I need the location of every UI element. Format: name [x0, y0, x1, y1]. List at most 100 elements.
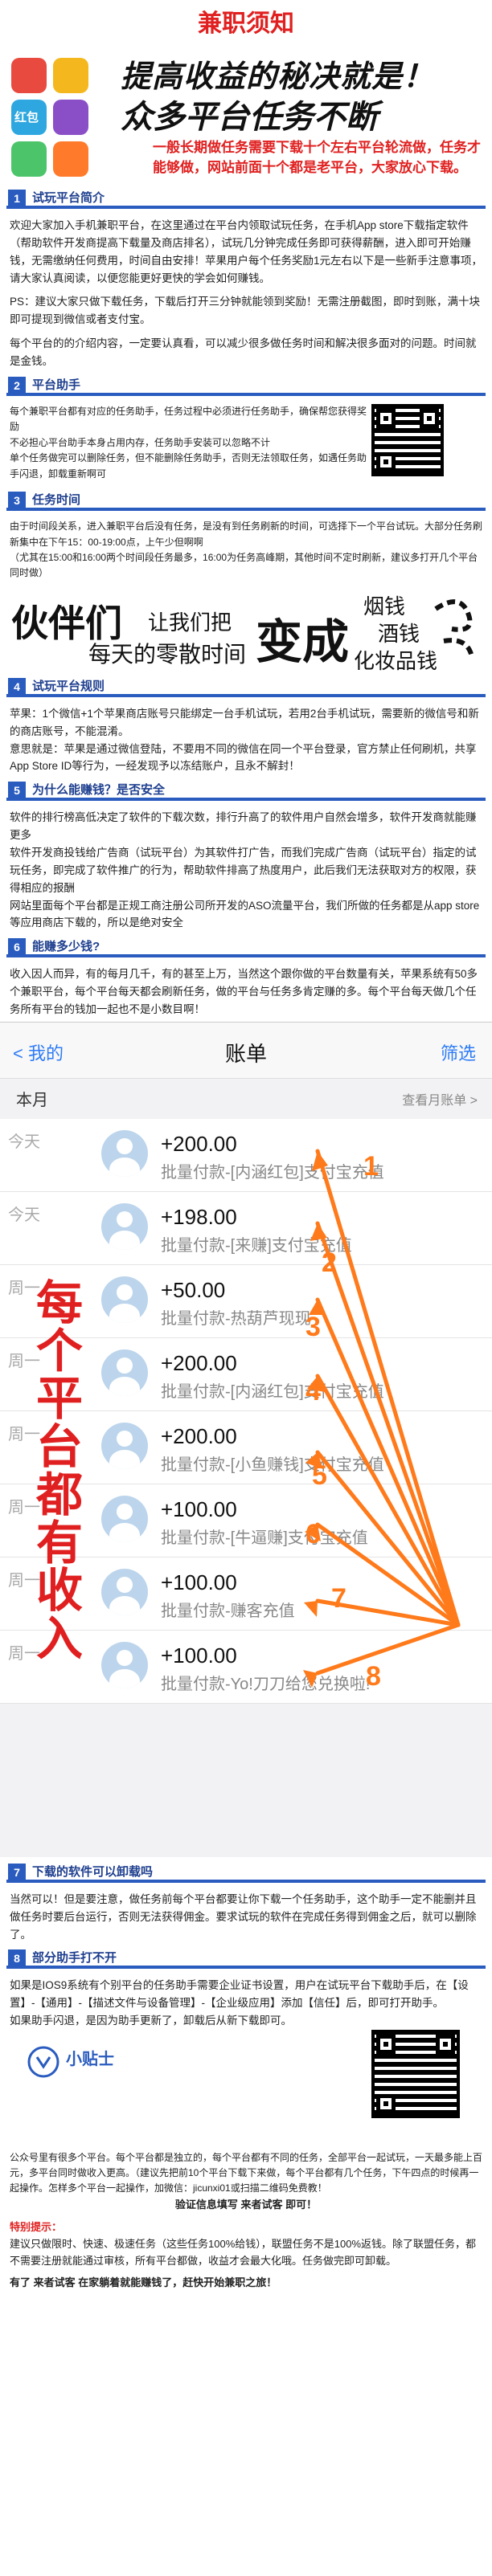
section-4: 4 试玩平台规则 苹果：1个微信+1个苹果商店账号只能绑定一台手机试玩，若用2台… — [0, 676, 492, 775]
section-title: 为什么能赚钱？是否安全 — [32, 783, 166, 798]
section-paragraph: 软件的排行榜高低决定了软件的下载次数，排行升高了的软件用户自然会增多，软件开发商… — [10, 811, 477, 842]
section-number: 5 — [8, 782, 26, 800]
section-7: 7 下载的软件可以卸载吗 当然可以！但是要注意，做任务前每个平台都要让你下载一个… — [0, 1862, 492, 1944]
filter-button[interactable]: 筛选 — [441, 1040, 476, 1067]
bill-desc: 批量付款-热葫芦现现 — [161, 1309, 311, 1328]
avatar — [101, 1202, 148, 1250]
app-tile-icon — [53, 100, 88, 135]
section-paragraph: 收入因人而异，有的每月几千，有的甚至上万，当然这个跟你做的平台数量有关，苹果系统… — [10, 968, 478, 1015]
section-title: 平台助手 — [32, 378, 81, 392]
section-paragraph: 由于时间段关系，进入兼职平台后没有任务，是没有到任务刷新的时间，可选择下一个平台… — [10, 521, 483, 548]
bill-amount: +100.00 — [161, 1643, 237, 1668]
section-number: 8 — [8, 1949, 26, 1968]
section-number: 1 — [8, 190, 26, 207]
section-paragraph: 如果助手闪退，是因为助手更新了，卸载后从新下载即可。 — [10, 2015, 292, 2027]
bill-desc: 批量付款-[内涵红包]支付宝充值 — [161, 1163, 384, 1182]
qr-eye — [436, 2035, 455, 2054]
qr-eye — [376, 2094, 396, 2113]
app-tile-icon — [53, 141, 88, 177]
section-paragraph: 网站里面每个平台都是正规工商注册公司所开发的ASO流量平台，我们所做的任务都是从… — [10, 899, 480, 929]
section-paragraph: 当然可以！但是要注意，做任务前每个平台都要让你下载一个任务助手，这个助手一定不能… — [10, 1892, 477, 1941]
section-1: 1 试玩平台简介 欢迎大家加入手机兼职平台，在这里通过在平台内领取试玩任务，在手… — [0, 188, 492, 370]
hero-slogan-line2: 众多平台任务不断 — [121, 100, 378, 135]
qr-eye — [376, 2035, 396, 2054]
page-title: 兼职须知 — [198, 10, 294, 37]
bill-row[interactable]: 今天 +200.00 批量付款-[内涵红包]支付宝充值 — [0, 1119, 492, 1192]
qr-code — [371, 2030, 460, 2118]
bill-desc: 批量付款-[小鱼赚钱]支付宝充值 — [161, 1455, 384, 1474]
app-tile-icon — [53, 58, 88, 93]
section-header: 4 试玩平台规则 — [0, 676, 492, 700]
section-paragraph: 苹果：1个微信+1个苹果商店账号只能绑定一台手机试玩，若用2台手机试玩，需要新的… — [10, 707, 479, 737]
section-title: 任务时间 — [32, 493, 81, 508]
section-paragraph: 每个兼职平台都有对应的任务助手，任务过程中必须进行任务助手，确保帮您获得奖励 — [10, 405, 367, 433]
hero-slogan-note: 一般长期做任务需要下载十个左右平台轮流做，任务才能够做，网站前面十个都是老平台，… — [153, 140, 481, 175]
section-title: 部分助手打不开 — [32, 1951, 117, 1966]
section-paragraph: 欢迎大家加入手机兼职平台，在这里通过在平台内领取试玩任务，在手机App stor… — [10, 219, 483, 284]
bill-row[interactable]: 今天 +198.00 批量付款-[来赚]支付宝充值 — [0, 1192, 492, 1265]
bill-day: 今天 — [8, 1133, 40, 1151]
partner-banner: 伙伴们 让我们把 每天的零散时间 变成 烟钱 酒钱 化妆品钱 — [0, 585, 492, 673]
section-title: 能赚多少钱? — [32, 940, 100, 954]
special-tips-footer: 有了 来者试客 在家躺着就能赚钱了，赶快开始兼职之旅！ — [10, 2276, 277, 2288]
section-header: 7 下载的软件可以卸载吗 — [0, 1862, 492, 1886]
app-icons-collage: 红包 — [11, 58, 100, 178]
special-tips: 特别提示： 建议只做限时、快速、极速任务（这些任务100%给钱），联盟任务不是1… — [0, 2219, 492, 2291]
section-paragraph: 不必担心平台助手本身占用内存，任务助手安装可以忽略不计 — [10, 436, 271, 448]
section-paragraph: （尤其在15:00和16:00两个时间段任务最多，16:00为任务高峰期，其他时… — [10, 551, 478, 579]
banner-small-text: 让我们把 — [148, 610, 232, 635]
app-tile-icon — [11, 141, 47, 177]
section-number: 3 — [8, 492, 26, 510]
section-5: 5 为什么能赚钱？是否安全 软件的排行榜高低决定了软件的下载次数，排行升高了的软… — [0, 780, 492, 932]
qr-eye — [420, 408, 439, 428]
tips-title: 小贴士 — [66, 2051, 114, 2068]
section-header: 5 为什么能赚钱？是否安全 — [0, 780, 492, 804]
banner-item: 化妆品钱 — [354, 648, 438, 673]
tips-box: 小贴士 — [0, 2030, 492, 2150]
section-header: 2 平台助手 — [0, 375, 492, 399]
section-number: 2 — [8, 376, 26, 394]
special-tips-title: 特别提示： — [10, 2221, 63, 2234]
bill-nav-bar: < 我的 账单 筛选 — [0, 1022, 492, 1079]
bill-amount: +100.00 — [161, 1570, 237, 1594]
bill-amount: +198.00 — [161, 1204, 237, 1229]
bill-title: 账单 — [224, 1041, 267, 1066]
lightbulb-icon — [27, 2046, 59, 2078]
app-tile-icon — [11, 58, 47, 93]
section-paragraph: PS：建议大家只做下载任务，下载后打开三分钟就能领到奖励！无需注册截图，即时到账… — [10, 296, 481, 326]
section-paragraph: 软件开发商投钱给广告商（试玩平台）为其软件打广告，而我们完成广告商（试玩平台）指… — [10, 846, 477, 894]
banner-line2: 每天的零散时间 — [88, 641, 247, 667]
banner-line3: 变成 — [256, 615, 350, 668]
bill-amount: +200.00 — [161, 1350, 237, 1375]
bill-desc: 批量付款-[来赚]支付宝充值 — [161, 1236, 352, 1255]
section-number: 4 — [8, 677, 26, 696]
bill-desc: 批量付款-赚客充值 — [161, 1602, 295, 1620]
section-title: 试玩平台简介 — [32, 191, 105, 205]
section-paragraph: 单个任务做完可以删除任务，但不能删除任务助手，否则无法领取任务，如遇任务助手闪退… — [10, 452, 367, 480]
qr-code — [371, 403, 444, 476]
avatar — [101, 1349, 148, 1396]
avatar — [101, 1495, 148, 1542]
bill-desc: 批量付款-[内涵红包]支付宝充值 — [161, 1382, 384, 1401]
section-2: 2 平台助手 每个兼职平台都有对应的任务助手，任务过程中必须进行任务助手，确保帮… — [0, 375, 492, 482]
section-header: 8 部分助手打不开 — [0, 1948, 492, 1972]
bill-desc: 批量付款-Yo!刀刀给您兑换啦! — [161, 1675, 371, 1693]
bill-amount: +100.00 — [161, 1496, 237, 1521]
section-6: 6 能赚多少钱? 收入因人而异，有的每月几千，有的甚至上万，当然这个跟你做的平台… — [0, 937, 492, 1019]
hero-banner: 红包 提高收益的秘决就是！ 众多平台任务不断 一般长期做任务需要下载十个左右平台… — [0, 48, 492, 185]
tips-paragraph: 公众号里有很多个平台。每个平台都是独立的，每个平台都有不同的任务，全部平台一起试… — [10, 2152, 483, 2194]
section-3: 3 任务时间 由于时间段关系，进入兼职平台后没有任务，是没有到任务刷新的时间，可… — [0, 490, 492, 582]
section-header: 6 能赚多少钱? — [0, 937, 492, 961]
month-header: 本月 查看月账单 > — [0, 1078, 492, 1119]
section-number: 7 — [8, 1863, 26, 1881]
bill-amount: +50.00 — [161, 1277, 226, 1302]
section-paragraph: 每个平台的的介绍内容，一定要认真看，可以减少很多做任务时间和解决很多面对的问题。… — [10, 337, 477, 368]
avatar — [101, 1568, 148, 1615]
avatar — [101, 1422, 148, 1469]
bill-day: 今天 — [8, 1206, 40, 1224]
view-month-bill-link[interactable]: 查看月账单 > — [402, 1092, 478, 1111]
qr-eye — [376, 451, 396, 472]
tips-verify: 验证信息填写 来者试客 即可！ — [174, 2198, 318, 2211]
section-number: 6 — [8, 938, 26, 957]
bill-screenshot: < 我的 账单 筛选 本月 查看月账单 > 今天 +200.00 批量付款-[内涵红… — [0, 1021, 492, 1857]
